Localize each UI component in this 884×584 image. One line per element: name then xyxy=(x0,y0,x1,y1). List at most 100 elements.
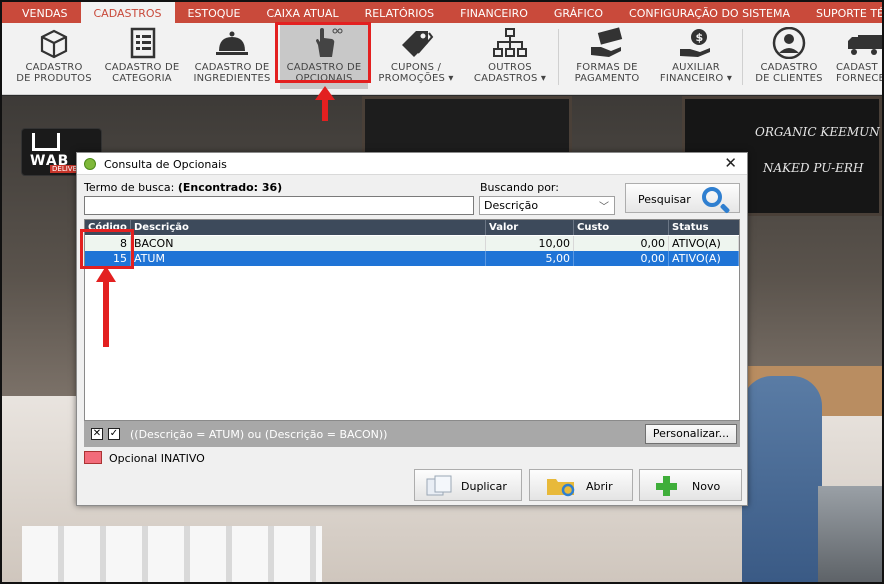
column-header-status[interactable]: Status xyxy=(669,220,739,235)
novo-button[interactable]: Novo xyxy=(639,469,742,501)
inactive-legend-label: Opcional INATIVO xyxy=(109,452,205,465)
truck-icon xyxy=(844,27,882,59)
consulta-opcionais-dialog: Consulta de Opcionais ✕ Termo de busca: … xyxy=(76,152,748,506)
menu-tab-relatorios[interactable]: RELATÓRIOS xyxy=(352,2,448,23)
duplicar-button[interactable]: Duplicar xyxy=(414,469,522,501)
auxiliar-financeiro-button[interactable]: $ AUXILIAR FINANCEIRO ▾ xyxy=(654,23,738,89)
menu-tab-financeiro[interactable]: FINANCEIRO xyxy=(447,2,541,23)
box-icon xyxy=(34,27,74,59)
barista xyxy=(742,376,822,582)
open-folder-icon xyxy=(546,475,578,500)
annotation-arrow-up-icon xyxy=(96,266,116,282)
cadastro-categoria-button[interactable]: CADASTRO DE CATEGORIA xyxy=(100,23,184,89)
annotation-arrow-up-icon xyxy=(315,86,335,100)
svg-text:$: $ xyxy=(696,31,704,44)
menu-tab-suporte[interactable]: SUPORTE TÉCNI xyxy=(803,2,884,23)
duplicate-icon xyxy=(425,475,455,500)
search-by-value: Descrição xyxy=(484,199,539,212)
cell-custo: 0,00 xyxy=(574,236,669,251)
hierarchy-icon xyxy=(490,27,530,59)
inactive-color-swatch xyxy=(84,451,102,464)
menu-tab-grafico[interactable]: GRÁFICO xyxy=(541,2,616,23)
annotation-arrow-shaft xyxy=(103,281,109,347)
cupons-promocoes-button[interactable]: CUPONS / PROMOÇÕES ▾ xyxy=(372,23,460,89)
cadastro-produtos-button[interactable]: CADASTRO DE PRODUTOS xyxy=(10,23,98,89)
app-icon xyxy=(84,158,96,170)
ribbon-separator xyxy=(742,29,743,85)
clear-filter-checkbox[interactable]: ✕ xyxy=(91,428,103,440)
close-icon[interactable]: ✕ xyxy=(724,154,737,172)
list-icon xyxy=(122,27,162,59)
filter-expression[interactable]: ((Descrição = ATUM) ou (Descrição = BACO… xyxy=(130,428,387,441)
enable-filter-checkbox[interactable]: ✓ xyxy=(108,428,120,440)
duplicar-label: Duplicar xyxy=(461,480,507,493)
search-label: Termo de busca: xyxy=(84,181,175,194)
menu-tab-caixa-atual[interactable]: CAIXA ATUAL xyxy=(253,2,351,23)
search-by-select[interactable]: Descrição ﹀ xyxy=(479,196,615,215)
logo-mark-icon xyxy=(32,133,60,151)
chevron-down-icon: ﹀ xyxy=(599,202,609,213)
column-header-valor[interactable]: Valor xyxy=(486,220,574,235)
table-row-selected[interactable]: 15 ATUM 5,00 0,00 ATIVO(A) xyxy=(85,251,739,266)
results-grid: Código Descrição Valor Custo Status 8 BA… xyxy=(84,219,740,421)
column-header-descricao[interactable]: Descrição xyxy=(131,220,486,235)
outros-cadastros-button[interactable]: OUTROS CADASTROS ▾ xyxy=(466,23,554,89)
annotation-highlight-codigo xyxy=(80,229,134,269)
ribbon-label: AUXILIAR FINANCEIRO ▾ xyxy=(659,62,733,84)
annotation-arrow-shaft xyxy=(322,99,328,121)
search-input[interactable] xyxy=(84,196,474,215)
person-icon xyxy=(769,26,809,60)
filter-bar: ✕ ✓ ((Descrição = ATUM) ou (Descrição = … xyxy=(84,421,740,447)
found-count: (Encontrado: 36) xyxy=(177,181,283,194)
menu-tab-cadastros[interactable]: CADASTROS xyxy=(80,2,175,23)
ribbon-label: CADASTRO DE PRODUTOS xyxy=(16,62,92,84)
cadastro-fornecedores-button[interactable]: CADAST FORNECE xyxy=(836,23,882,89)
tag-icon xyxy=(396,27,436,59)
ribbon-label: CADASTRO DE INGREDIENTES xyxy=(193,62,271,84)
ribbon-separator xyxy=(558,29,559,85)
grid-header: Código Descrição Valor Custo Status xyxy=(85,220,739,235)
menu-tab-vendas[interactable]: VENDAS xyxy=(2,2,81,23)
menu-tab-estoque[interactable]: ESTOQUE xyxy=(175,2,254,23)
abrir-button[interactable]: Abrir xyxy=(529,469,633,501)
column-header-custo[interactable]: Custo xyxy=(574,220,669,235)
plus-icon xyxy=(654,475,678,500)
ribbon-label: OUTROS CADASTROS ▾ xyxy=(473,62,547,84)
novo-label: Novo xyxy=(692,480,721,493)
abrir-label: Abrir xyxy=(586,480,613,493)
cadastro-ingredientes-button[interactable]: CADASTRO DE INGREDIENTES xyxy=(188,23,276,89)
ribbon-label: CUPONS / PROMOÇÕES ▾ xyxy=(378,62,454,84)
coffee-machine xyxy=(818,486,882,582)
search-term-label: Termo de busca: (Encontrado: 36) xyxy=(84,181,282,194)
cadastro-clientes-button[interactable]: CADASTRO DE CLIENTES xyxy=(748,23,830,89)
annotation-highlight-opcionais xyxy=(275,22,371,83)
cell-descricao: ATUM xyxy=(131,251,486,266)
main-menu-bar: VENDAS CADASTROS ESTOQUE CAIXA ATUAL REL… xyxy=(2,2,884,23)
search-icon xyxy=(702,187,722,207)
formas-pagamento-button[interactable]: FORMAS DE PAGAMENTO xyxy=(564,23,650,89)
cell-valor: 5,00 xyxy=(486,251,574,266)
cups xyxy=(22,526,322,582)
pesquisar-button[interactable]: Pesquisar xyxy=(625,183,740,213)
menu-tab-configuracao[interactable]: CONFIGURAÇÃO DO SISTEMA xyxy=(616,2,803,23)
cell-custo: 0,00 xyxy=(574,251,669,266)
table-row[interactable]: 8 BACON 10,00 0,00 ATIVO(A) xyxy=(85,236,739,251)
cloche-icon xyxy=(212,27,252,59)
ribbon-label: FORMAS DE PAGAMENTO xyxy=(574,62,640,84)
cell-valor: 10,00 xyxy=(486,236,574,251)
cell-descricao: BACON xyxy=(131,236,486,251)
search-by-label: Buscando por: xyxy=(480,181,559,194)
pesquisar-label: Pesquisar xyxy=(638,193,691,206)
dialog-title: Consulta de Opcionais xyxy=(104,158,227,171)
chalkboard-text: ORGANIC KEEMUN xyxy=(755,125,880,139)
cell-status: ATIVO(A) xyxy=(669,236,739,251)
money-hand-icon xyxy=(587,27,627,59)
cell-status: ATIVO(A) xyxy=(669,251,739,266)
ribbon-label: CADAST FORNECE xyxy=(836,62,882,84)
personalizar-button[interactable]: Personalizar... xyxy=(645,424,737,444)
ribbon-toolbar: CADASTRO DE PRODUTOS CADASTRO DE CATEGOR… xyxy=(2,23,882,95)
logo-subtext: DELIVE xyxy=(50,165,79,173)
ribbon-label: CADASTRO DE CATEGORIA xyxy=(104,62,180,84)
dollar-hand-icon: $ xyxy=(676,27,716,59)
ribbon-label: CADASTRO DE CLIENTES xyxy=(755,62,823,84)
